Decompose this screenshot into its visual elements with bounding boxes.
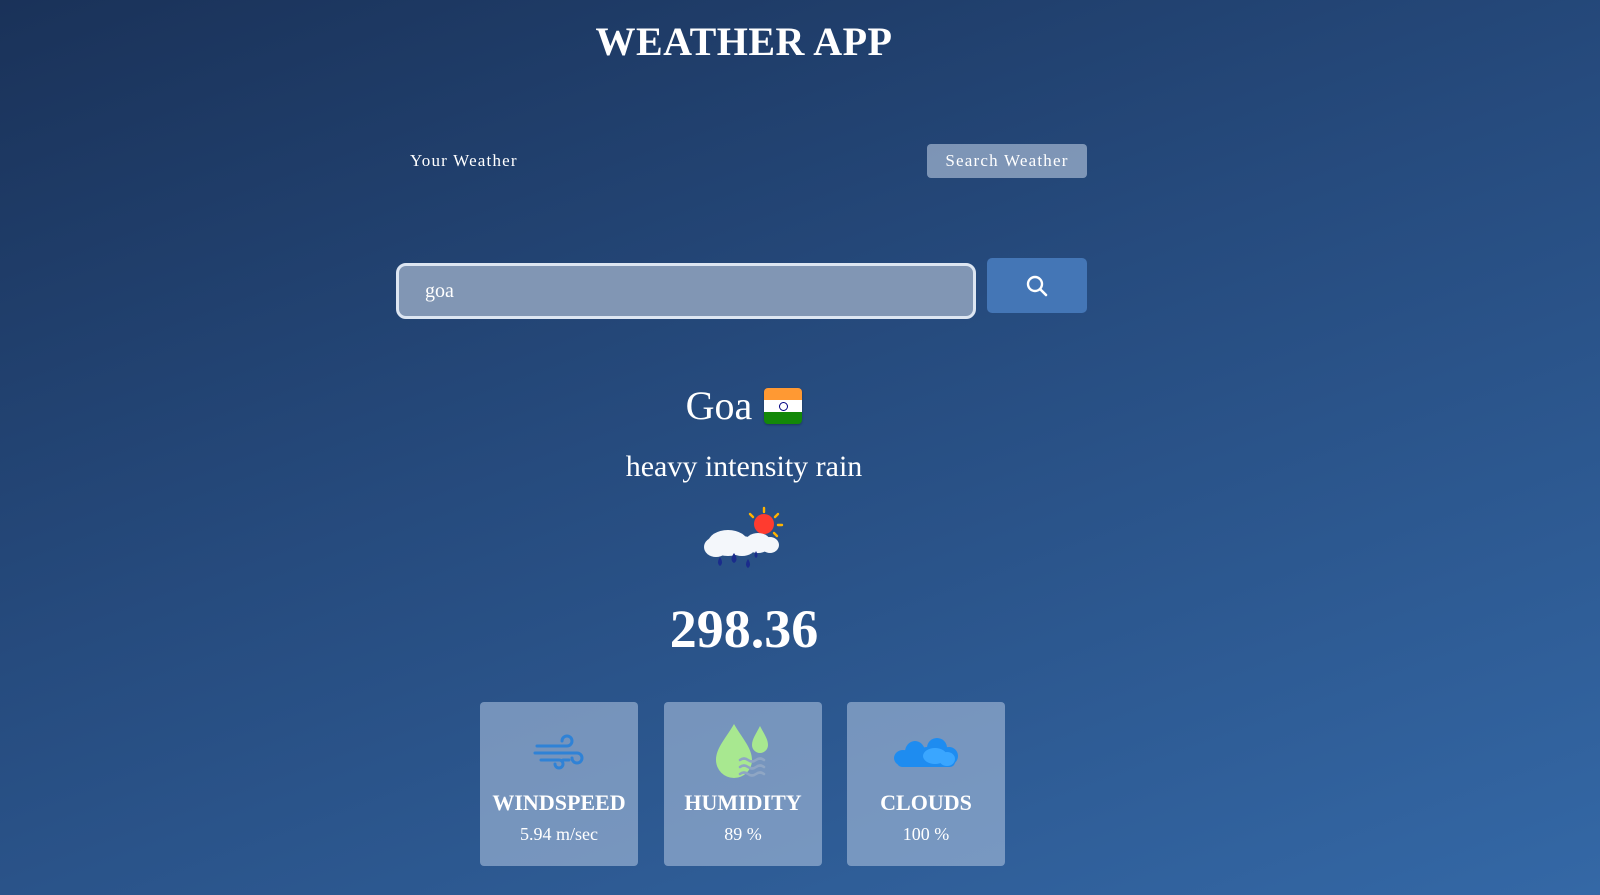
search-icon (1026, 275, 1048, 296)
windspeed-card: WINDSPEED 5.94 m/sec (480, 702, 638, 866)
app-title: WEATHER APP (595, 19, 893, 64)
clouds-icon (894, 738, 958, 767)
temperature-value: 298.36 (669, 599, 819, 659)
india-flag-icon (764, 387, 803, 424)
humidity-card: HUMIDITY 89 % (664, 702, 822, 866)
clouds-label: CLOUDS (880, 790, 972, 815)
windspeed-label: WINDSPEED (492, 790, 626, 815)
wind-icon (533, 734, 584, 770)
rain-cloud-sun-icon (704, 506, 784, 568)
sun-icon (748, 506, 784, 538)
tab-search-weather[interactable]: Search Weather (927, 144, 1087, 178)
tab-your-weather[interactable]: Your Weather (400, 144, 528, 178)
city-name: Goa (685, 383, 753, 428)
weather-description: heavy intensity rain (625, 450, 863, 483)
search-input[interactable] (396, 263, 976, 319)
humidity-icon (716, 724, 768, 778)
clouds-card: CLOUDS 100 % (847, 702, 1005, 866)
search-button[interactable] (987, 258, 1087, 313)
city-row: Goa (0, 382, 1488, 429)
humidity-label: HUMIDITY (684, 790, 802, 815)
clouds-value: 100 % (902, 824, 950, 844)
humidity-value: 89 % (724, 824, 762, 844)
windspeed-value: 5.94 m/sec (520, 824, 598, 844)
